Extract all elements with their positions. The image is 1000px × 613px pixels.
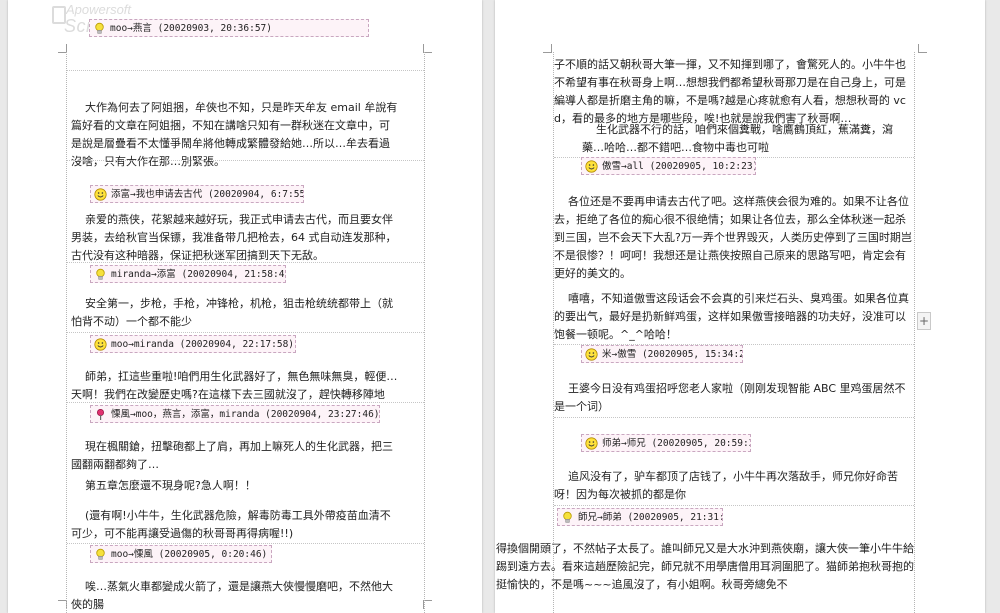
- lightbulb-icon: [93, 22, 106, 35]
- message-header: miranda→添富 (20020904, 21:58:45): [90, 265, 286, 283]
- message-header: 师弟→师兄 (20020905, 20:59:35): [581, 434, 751, 452]
- left-page-body: moo→燕言 (20020903, 20:36:57) 大作為何去了阿姐捆，牟俠…: [66, 19, 425, 613]
- message-header: 添富→我也申请去古代 (20020904, 6:7:55): [90, 185, 304, 203]
- message-paragraph: 追风没有了，驴车都顶了店钱了，小牛牛再次落敌手，师兄你好命苦呀！因为每次被抓的都…: [554, 470, 898, 501]
- document-page-left: Apowersoft ScreenCapturePro moo→燕言 (2002…: [8, 0, 482, 613]
- lightbulb-icon: [94, 548, 107, 561]
- message-header-text: 米→傲雪 (20020905, 15:34:22): [602, 349, 743, 360]
- message-paragraph: 現在楓關鎗，扭擊砲都上了肩，再加上嘛死人的生化武器，把三國翻兩翻都夠了…: [71, 440, 393, 471]
- crop-mark: [918, 44, 927, 53]
- right-page-body: 子不順的話又朝秋哥大筆一揮，又不知揮到哪了，會驚死人的。小牛牛也不希望有事在秋哥…: [496, 52, 915, 613]
- message-header: 米→傲雪 (20020905, 15:34:22): [581, 345, 743, 363]
- message-paragraph: 唉…蒸氣火車都變成火箭了，還是讓燕大俠慢慢磨吧，不然他大俠的腸: [71, 580, 393, 611]
- document-page-right: 子不順的話又朝秋哥大筆一揮，又不知揮到哪了，會驚死人的。小牛牛也不希望有事在秋哥…: [495, 0, 985, 613]
- message-paragraph: 得換個開頭了，不然帖子太長了。誰叫師兄又是大水沖到燕俠廟，讓大俠一筆小牛牛給踢到…: [496, 542, 914, 591]
- entry-divider: [67, 543, 424, 544]
- message-paragraph: 安全第一，步枪，手枪，冲锋枪，机枪，狙击枪统统都带上（就怕背不动）一个都不能少: [71, 297, 393, 328]
- pin-icon: [94, 408, 107, 421]
- smiley-icon: [94, 188, 107, 201]
- smiley-icon: [585, 160, 598, 173]
- message-header: moo→燕言 (20020903, 20:36:57): [89, 19, 369, 37]
- add-comment-button[interactable]: +: [917, 312, 931, 330]
- message-paragraph: 大作為何去了阿姐捆，牟俠也不知，只是昨天牟友 email 牟說有篇好看的文章在阿…: [71, 101, 398, 168]
- message-header-text: moo→miranda (20020904, 22:17:58): [111, 339, 295, 350]
- message-header: moo→慄風 (20020905, 0:20:46): [90, 545, 272, 563]
- entry-divider: [67, 402, 424, 403]
- smiley-icon: [94, 338, 107, 351]
- smiley-icon: [585, 348, 598, 361]
- message-header: 傲雪→all (20020905, 10:2:23): [581, 157, 756, 175]
- message-header: 師兄→師弟 (20020905, 21:31:37): [557, 508, 723, 526]
- message-header-text: moo→慄風 (20020905, 0:20:46): [111, 549, 268, 560]
- message-header: 慄風→moo，燕言，添富，miranda (20020904, 23:27:46…: [90, 405, 380, 423]
- entry-divider: [67, 160, 424, 161]
- message-paragraph: 師弟，扛這些重啦!咱們用生化武器好了，無色無味無臭，輕便…天啊！我們在改變歷史嗎…: [71, 370, 398, 401]
- message-paragraph: 第五章怎麼還不現身呢?急人啊！！: [71, 479, 256, 492]
- message-paragraph: 王婆今日没有鸡蛋招呼您老人家啦（刚刚发现智能 ABC 里鸡蛋居然不是一个词）: [554, 382, 906, 413]
- message-paragraph: 生化武器不行的話，咱們來個糞戰，啥鷹鶴頂紅，蕉滿糞，瀉藥…哈哈…都不錯吧…食物中…: [582, 123, 893, 154]
- watermark-line1: Apowersoft: [66, 2, 132, 17]
- message-paragraph: 子不順的話又朝秋哥大筆一揮，又不知揮到哪了，會驚死人的。小牛牛也不希望有事在秋哥…: [554, 58, 906, 125]
- message-header-text: moo→燕言 (20020903, 20:36:57): [110, 23, 272, 34]
- message-header-text: 慄風→moo，燕言，添富，miranda (20020904, 23:27:46…: [111, 409, 380, 420]
- crop-mark: [543, 44, 552, 53]
- entry-divider: [67, 70, 424, 71]
- message-header-text: 師兄→師弟 (20020905, 21:31:37): [578, 512, 722, 523]
- message-paragraph: 嘻嘻，不知道傲雪这段话会不会真的引来烂石头、臭鸡蛋。如果各位真的要出气，最好是扔…: [554, 292, 909, 341]
- entry-divider: [554, 505, 914, 506]
- lightbulb-icon: [561, 511, 574, 524]
- message-paragraph: (還有啊!小牛牛，生化武器危險，解毒防毒工具外帶疫苗血清不可少，可不能再讓受過傷…: [71, 509, 391, 540]
- message-header-text: 添富→我也申请去古代 (20020904, 6:7:55): [111, 189, 304, 200]
- message-header-text: 傲雪→all (20020905, 10:2:23): [602, 161, 756, 172]
- message-header: moo→miranda (20020904, 22:17:58): [90, 335, 296, 353]
- smiley-icon: [585, 437, 598, 450]
- message-header-text: 师弟→师兄 (20020905, 20:59:35): [602, 438, 751, 449]
- lightbulb-icon: [94, 268, 107, 281]
- entry-divider: [67, 262, 424, 263]
- entry-divider: [554, 417, 914, 418]
- message-paragraph: 各位还是不要再申请去古代了吧。这样燕侠会很为难的。如果不让各位去，拒绝了各位的痴…: [554, 195, 912, 280]
- message-header-text: miranda→添富 (20020904, 21:58:45): [111, 269, 286, 280]
- entry-divider: [67, 332, 424, 333]
